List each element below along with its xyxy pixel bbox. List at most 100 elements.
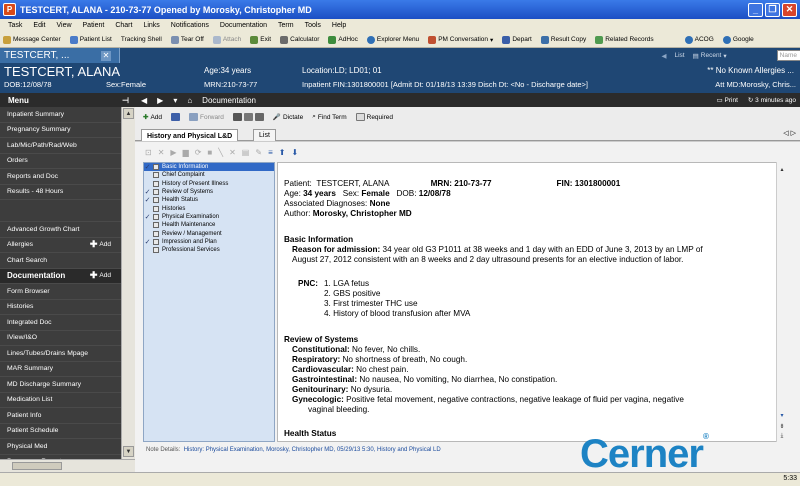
google-button[interactable]: Google xyxy=(722,35,754,44)
forward-button[interactable]: Forward xyxy=(189,113,224,121)
refresh-button[interactable]: ↻ 3 minutes ago xyxy=(748,96,796,104)
explorer-menu-button[interactable]: Explorer Menu xyxy=(366,35,419,44)
attach-button[interactable]: Attach xyxy=(212,35,241,44)
menu-term[interactable]: Term xyxy=(278,22,294,29)
section-box-icon[interactable] xyxy=(153,222,159,229)
tab-list[interactable]: List xyxy=(253,129,276,141)
section-box-icon[interactable] xyxy=(153,205,159,212)
section-box-icon[interactable] xyxy=(153,172,159,179)
dictate-button[interactable]: 🎤 Dictate xyxy=(273,113,303,122)
section-box-icon[interactable] xyxy=(153,180,159,187)
menu-hscrollbar[interactable] xyxy=(0,459,135,472)
tab-scroll-icon[interactable]: ◁ ▷ xyxy=(783,129,796,137)
menu-links[interactable]: Links xyxy=(143,22,159,29)
menu-item-medication-list[interactable]: Medication List xyxy=(0,393,121,408)
minimize-button[interactable]: _ xyxy=(748,2,763,17)
pm-conversation-button[interactable]: PM Conversation ▾ xyxy=(428,35,493,44)
section-box-icon[interactable] xyxy=(153,213,159,220)
tear-off-button[interactable]: Tear Off xyxy=(170,35,204,44)
menu-notifications[interactable]: Notifications xyxy=(171,22,209,29)
message-center-button[interactable]: Message Center xyxy=(3,35,61,44)
menu-item-patient-info[interactable]: Patient Info xyxy=(0,408,121,424)
note-scrollbar[interactable]: ▴ ▾ ⇟ ⤓ xyxy=(776,162,787,442)
brush-icon[interactable]: ✎ xyxy=(255,148,262,157)
folder-icon[interactable]: ▆ xyxy=(183,148,189,157)
menu-item-growth-chart[interactable]: Advanced Growth Chart xyxy=(0,222,121,238)
section-box-icon[interactable] xyxy=(153,164,159,171)
section-box-icon[interactable] xyxy=(153,238,159,245)
menu-item-chart-search[interactable]: Chart Search xyxy=(0,253,121,269)
menu-chart[interactable]: Chart xyxy=(115,22,132,29)
scroll-down-icon[interactable]: ▼ xyxy=(123,446,134,457)
exit-button[interactable]: Exit xyxy=(250,35,271,44)
scroll-down-icon[interactable]: ▾ xyxy=(777,410,787,420)
calculator-button[interactable]: Calculator xyxy=(280,35,319,44)
editor-tool-icon[interactable]: ⊡ xyxy=(145,148,152,157)
menu-item-md-discharge[interactable]: MD Discharge Summary xyxy=(0,377,121,393)
menu-item-orders[interactable]: Orders xyxy=(0,154,121,169)
tree-item[interactable]: ✓ Review of Systems xyxy=(144,188,274,196)
patient-list-button[interactable]: Patient List xyxy=(69,35,112,44)
documentation-add-button[interactable]: ✚ Add xyxy=(90,270,111,281)
pin-icon[interactable]: ⊣ xyxy=(122,96,129,105)
tree-item[interactable]: Review / Management xyxy=(144,229,274,237)
menu-scrollbar[interactable]: ▲ ▼ xyxy=(121,107,135,459)
template-icon[interactable]: ▤ xyxy=(242,148,250,157)
delete-icon[interactable]: ✕ xyxy=(158,148,165,157)
scroll-up-icon[interactable]: ▲ xyxy=(123,108,134,119)
scroll-up-icon[interactable]: ▴ xyxy=(777,164,787,174)
menu-item-allergies[interactable]: Allergies ✚ Add xyxy=(0,238,121,253)
flag-icon[interactable]: ▶ xyxy=(170,148,176,157)
scroll-thumb[interactable] xyxy=(12,462,62,470)
maximize-button[interactable]: ❐ xyxy=(765,2,780,17)
tree-item[interactable]: ✓ Health Status xyxy=(144,196,274,204)
find-term-button[interactable]: ⌕ Find Term xyxy=(312,113,346,121)
tree-item[interactable]: ✓ Physical Examination xyxy=(144,213,274,221)
cross-icon[interactable]: ✕ xyxy=(229,148,236,157)
related-records-button[interactable]: Related Records xyxy=(595,35,654,44)
menu-item-inpatient-summary[interactable]: Inpatient Summary xyxy=(0,107,121,123)
close-icon[interactable]: ✕ xyxy=(101,50,111,61)
menu-item-form-browser[interactable]: Form Browser xyxy=(0,284,121,300)
menu-help[interactable]: Help xyxy=(332,22,346,29)
section-box-icon[interactable] xyxy=(153,247,159,254)
required-button[interactable]: Required xyxy=(355,113,393,121)
add-button[interactable]: ✚ Add xyxy=(143,113,162,122)
recent-button[interactable]: ▤ Recent ▾ xyxy=(693,52,727,60)
forward-icon[interactable]: ▶ xyxy=(157,96,163,105)
tree-item[interactable]: ✓ Impression and Plan xyxy=(144,238,274,246)
menu-documentation[interactable]: Documentation xyxy=(220,22,267,29)
menu-item-lines-tubes[interactable]: Lines/Tubes/Drains Mpage xyxy=(0,346,121,362)
menu-view[interactable]: View xyxy=(56,22,71,29)
menu-item-lab[interactable]: Lab/Mic/Path/Rad/Web xyxy=(0,138,121,154)
name-search-input[interactable]: Name xyxy=(776,50,800,61)
note-body[interactable]: Patient: TESTCERT, ALANA MRN: 210-73-77 … xyxy=(277,162,787,442)
allergies-link[interactable]: ** No Known Allergies ... xyxy=(707,66,794,75)
format-tools[interactable] xyxy=(232,113,264,121)
menu-task[interactable]: Task xyxy=(8,22,22,29)
back-arrow-icon[interactable]: ◀ xyxy=(661,52,666,60)
menu-item-pregnancy-summary[interactable]: Pregnancy Summary xyxy=(0,123,121,138)
arrow-up-icon[interactable]: ⬆ xyxy=(279,148,286,157)
tracking-shell-button[interactable]: Tracking Shell xyxy=(121,36,162,43)
menu-item-results[interactable]: Results - 48 Hours xyxy=(0,185,121,200)
patient-tab[interactable]: TESTCERT, ... ✕ xyxy=(0,48,120,63)
menu-tools[interactable]: Tools xyxy=(305,22,321,29)
section-box-icon[interactable] xyxy=(153,197,159,204)
menu-item-iview[interactable]: IView/I&O xyxy=(0,331,121,346)
next-section-icon[interactable]: ⇟ xyxy=(777,421,787,431)
menu-item-documentation[interactable]: Documentation ✚ Add xyxy=(0,268,121,284)
tree-item[interactable]: History of Present Illness xyxy=(144,180,274,188)
refresh-icon[interactable]: ⟳ xyxy=(195,148,202,157)
allergies-add-button[interactable]: ✚ Add xyxy=(90,239,111,250)
list-icon[interactable]: ≡ xyxy=(268,148,273,157)
tree-item[interactable]: Chief Complaint xyxy=(144,171,274,179)
square-icon[interactable]: ■ xyxy=(207,148,212,157)
tree-item[interactable]: Health Maintenance xyxy=(144,221,274,229)
dropdown-icon[interactable]: ▾ xyxy=(173,96,177,105)
section-box-icon[interactable] xyxy=(153,189,159,196)
tree-item[interactable]: Histories xyxy=(144,204,274,212)
last-section-icon[interactable]: ⤓ xyxy=(777,431,787,441)
back-icon[interactable]: ◀ xyxy=(141,96,147,105)
print-button[interactable]: ▭ Print xyxy=(717,96,738,104)
